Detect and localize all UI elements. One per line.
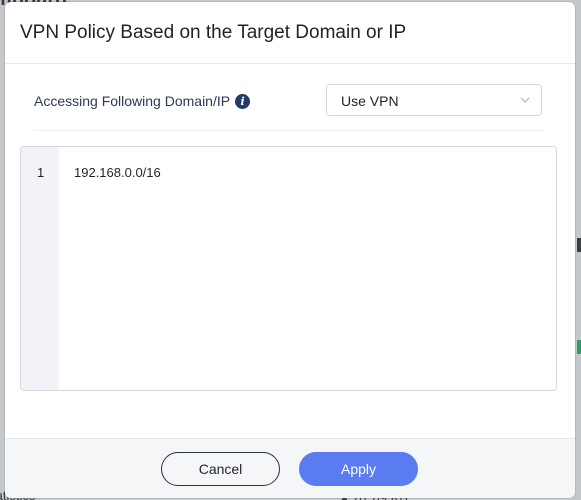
dialog-footer: Cancel Apply	[5, 438, 575, 498]
line-number-gutter	[21, 147, 59, 390]
line-number: 1	[37, 165, 45, 180]
domain-ip-label-text: Accessing Following Domain/IP	[34, 93, 231, 109]
domain-ip-editor[interactable]: 1 192.168.0.0/16	[20, 146, 557, 391]
apply-button[interactable]: Apply	[299, 452, 418, 486]
dialog-header: VPN Policy Based on the Target Domain or…	[5, 2, 575, 64]
domain-ip-label: Accessing Following Domain/IP i	[34, 93, 251, 109]
form-divider	[34, 130, 544, 131]
vpn-mode-select-value: Use VPN	[341, 93, 399, 109]
background-mark	[577, 340, 581, 354]
chevron-down-icon	[520, 97, 530, 103]
cancel-button[interactable]: Cancel	[161, 452, 280, 486]
vpn-mode-select[interactable]: Use VPN	[326, 84, 542, 116]
editor-line-text[interactable]: 192.168.0.0/16	[74, 165, 161, 180]
info-icon[interactable]: i	[235, 93, 251, 109]
dialog-title: VPN Policy Based on the Target Domain or…	[20, 21, 407, 43]
domain-ip-form-row: Accessing Following Domain/IP i Use VPN	[34, 84, 544, 118]
background-mark	[577, 238, 581, 252]
vpn-policy-dialog: VPN Policy Based on the Target Domain or…	[5, 2, 575, 498]
